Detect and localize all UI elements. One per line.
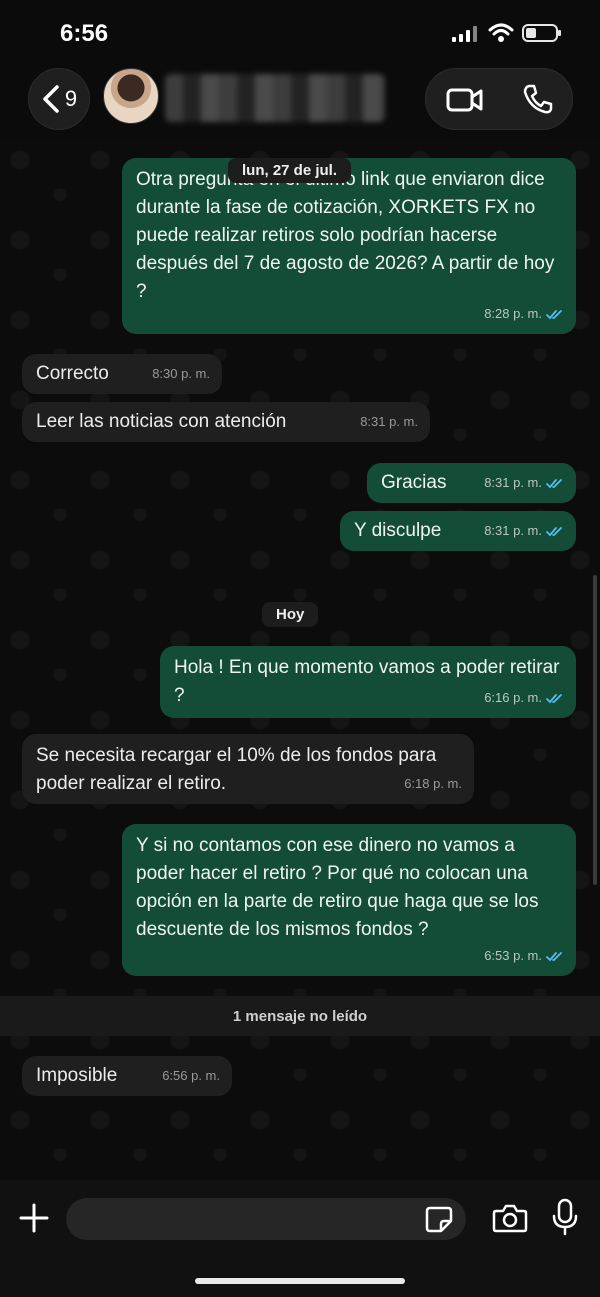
scrollbar[interactable] [593, 575, 597, 885]
message-meta: 8:31 p. m. [360, 408, 418, 436]
plus-icon[interactable] [18, 1202, 50, 1234]
double-check-icon [546, 693, 562, 703]
message-meta: 8:30 p. m. [152, 360, 210, 388]
message-meta: 6:16 p. m. [484, 684, 564, 712]
message-meta: 8:31 p. m. [484, 517, 564, 545]
home-indicator [195, 1278, 405, 1284]
message-time: 8:31 p. m. [360, 414, 418, 429]
unread-banner-text: 1 mensaje no leído [232, 1007, 368, 1025]
double-check-icon [546, 526, 562, 536]
back-chevron-icon [43, 85, 59, 113]
message-meta: 6:56 p. m. [162, 1062, 220, 1090]
message-bubble-incoming[interactable]: Imposible 6:56 p. m. [22, 1056, 232, 1096]
message-meta: 6:53 p. m. [484, 942, 564, 970]
message-time: 6:16 p. m. [484, 690, 542, 705]
message-time: 8:31 p. m. [484, 475, 542, 490]
message-time: 6:53 p. m. [484, 948, 542, 963]
composer-bar [0, 1180, 600, 1297]
battery-icon [522, 24, 561, 42]
message-bubble-incoming[interactable]: Correcto 8:30 p. m. [22, 354, 222, 394]
message-bubble-incoming[interactable]: Leer las noticias con atención 8:31 p. m… [22, 402, 430, 442]
double-check-icon [546, 951, 562, 961]
status-time: 6:56 [60, 20, 109, 47]
message-bubble-outgoing[interactable]: Gracias 8:31 p. m. [367, 463, 576, 503]
message-meta: 6:18 p. m. [404, 770, 462, 798]
camera-icon[interactable] [492, 1202, 528, 1234]
message-text: Leer las noticias con atención [36, 411, 287, 432]
message-bubble-outgoing[interactable]: Y disculpe 8:31 p. m. [340, 511, 576, 551]
message-time: 6:18 p. m. [404, 776, 462, 791]
sticker-icon[interactable] [424, 1204, 454, 1234]
message-bubble-outgoing[interactable]: Otra pregunta en el último link que envi… [122, 158, 576, 334]
wifi-icon [488, 23, 514, 42]
unread-messages-banner: 1 mensaje no leído [0, 996, 600, 1036]
double-check-icon [546, 309, 562, 319]
message-time: 8:28 p. m. [484, 306, 542, 321]
contact-avatar[interactable] [103, 68, 159, 124]
message-bubble-outgoing[interactable]: Hola ! En que momento vamos a poder reti… [160, 646, 576, 718]
date-separator: lun, 27 de jul. [228, 158, 352, 183]
message-input[interactable] [66, 1198, 466, 1240]
phone-icon[interactable] [522, 83, 554, 115]
message-time: 6:56 p. m. [162, 1068, 220, 1083]
message-bubble-incoming[interactable]: Se necesita recargar el 10% de los fondo… [22, 734, 474, 804]
status-bar: 6:56 [0, 0, 600, 64]
message-time: 8:30 p. m. [152, 366, 210, 381]
message-text: Se necesita recargar el 10% de los fondo… [36, 745, 442, 794]
cellular-signal-icon [452, 26, 478, 42]
message-text: Otra pregunta en el último link que envi… [136, 169, 555, 302]
chat-header: 9 [0, 64, 600, 140]
message-bubble-outgoing[interactable]: Y si no contamos con ese dinero no vamos… [122, 824, 576, 976]
date-separator: Hoy [262, 602, 319, 627]
message-time: 8:31 p. m. [484, 523, 542, 538]
message-meta: 8:28 p. m. [484, 300, 564, 328]
message-text: Y si no contamos con ese dinero no vamos… [136, 835, 544, 940]
video-call-icon[interactable] [446, 86, 484, 114]
back-button[interactable]: 9 [28, 68, 90, 130]
contact-name-redacted[interactable] [165, 74, 385, 122]
mic-icon[interactable] [552, 1198, 578, 1236]
message-meta: 8:31 p. m. [484, 469, 564, 497]
call-actions [425, 68, 573, 130]
double-check-icon [546, 478, 562, 488]
unread-chats-count: 9 [64, 86, 78, 111]
